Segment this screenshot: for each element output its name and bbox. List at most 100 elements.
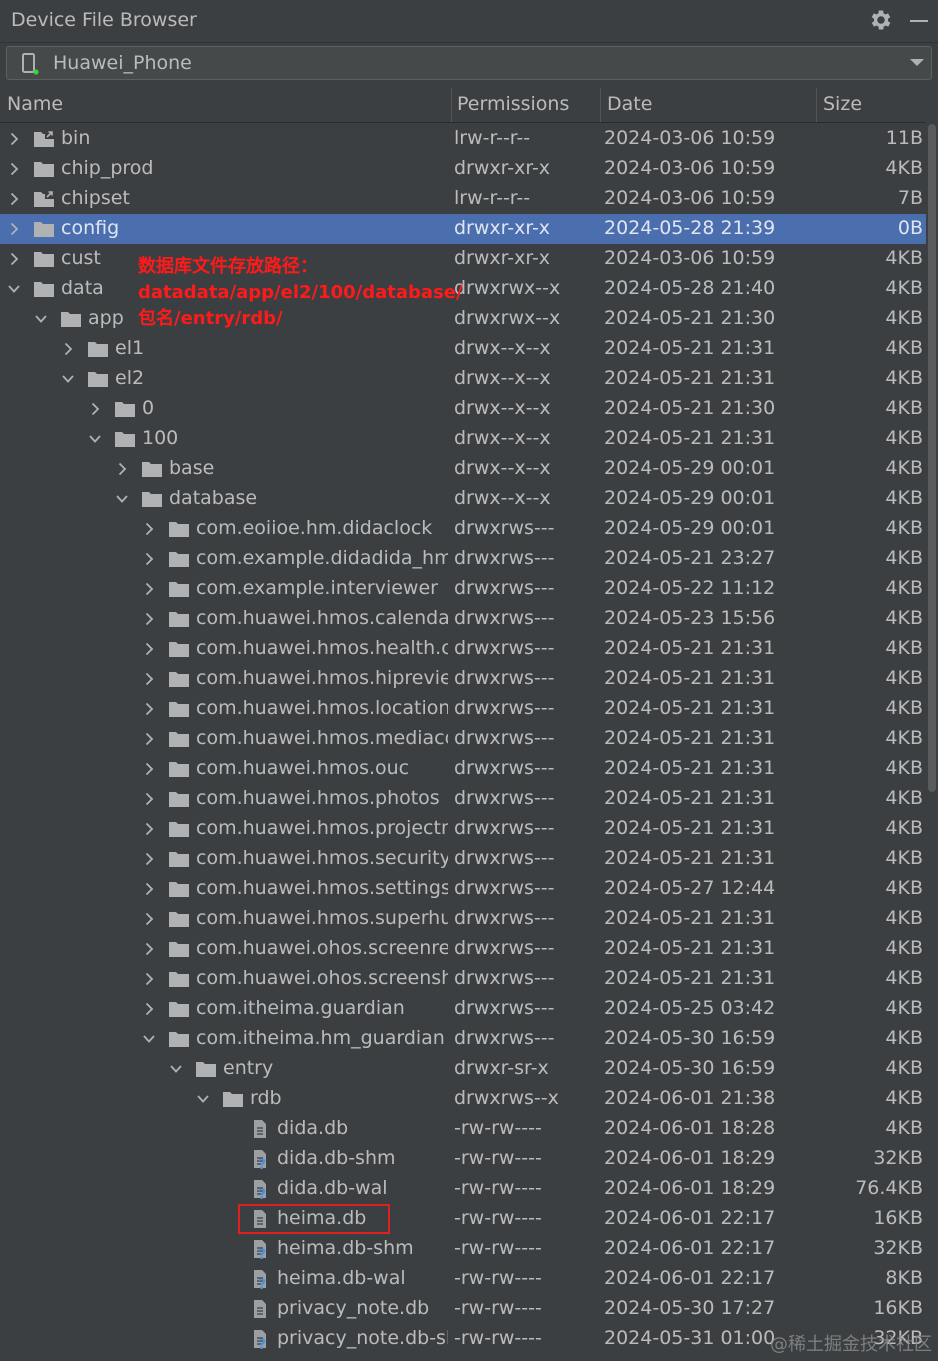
row-name: heima.db-wal	[277, 1267, 406, 1289]
row-permissions: drwxrws---	[454, 667, 555, 689]
chevron-right-icon[interactable]	[143, 942, 155, 956]
tree-row[interactable]: ? heima.db-wal -rw-rw---- 2024-06-01 22:17 8…	[0, 1264, 926, 1294]
tree-row[interactable]: com.huawei.hmos.mediacontroller drwxrws--…	[0, 724, 926, 754]
tree-row[interactable]: ? heima.db-shm -rw-rw---- 2024-06-01 22:17 3…	[0, 1234, 926, 1264]
tree-row[interactable]: el1 drwx--x--x 2024-05-21 21:31 4KB	[0, 334, 926, 364]
row-date: 2024-05-21 21:31	[604, 847, 776, 869]
tree-row[interactable]: privacy_note.db -rw-rw---- 2024-05-30 17:2…	[0, 1294, 926, 1324]
tree-row[interactable]: rdb drwxrws--x 2024-06-01 21:38 4KB	[0, 1084, 926, 1114]
tree-row[interactable]: com.huawei.hmos.hipreview drwxrws--- 2024-…	[0, 664, 926, 694]
tree-row[interactable]: 0 drwx--x--x 2024-05-21 21:30 4KB	[0, 394, 926, 424]
tree-row[interactable]: chip_prod drwxr-xr-x 2024-03-06 10:59 4KB	[0, 154, 926, 184]
tree-row[interactable]: ? dida.db-wal -rw-rw---- 2024-06-01 18:29 76…	[0, 1174, 926, 1204]
tree-row[interactable]: ? dida.db-shm -rw-rw---- 2024-06-01 18:29 32…	[0, 1144, 926, 1174]
minimize-icon[interactable]	[907, 9, 931, 33]
tree-row[interactable]: database drwx--x--x 2024-05-29 00:01 4KB	[0, 484, 926, 514]
tree-row[interactable]: com.huawei.hmos.photos drwxrws--- 2024-05-…	[0, 784, 926, 814]
tree-row[interactable]: com.itheima.hm_guardian drwxrws--- 2024-05…	[0, 1024, 926, 1054]
chevron-down-icon[interactable]	[35, 312, 47, 326]
tree-row[interactable]: com.example.didadida_hmos drwxrws--- 2024-…	[0, 544, 926, 574]
chevron-down-icon[interactable]	[143, 1032, 155, 1046]
chevron-right-icon[interactable]	[143, 552, 155, 566]
chevron-right-icon[interactable]	[143, 702, 155, 716]
folder-link-icon	[34, 130, 54, 147]
row-date: 2024-05-21 21:31	[604, 667, 776, 689]
row-size: 7B	[897, 187, 923, 209]
tree-row[interactable]: com.huawei.hmos.superhub drwxrws--- 2024-0…	[0, 904, 926, 934]
folder-icon	[115, 432, 135, 447]
row-permissions: drwxrws---	[454, 727, 555, 749]
tree-row[interactable]: com.example.interviewer drwxrws--- 2024-05…	[0, 574, 926, 604]
tree-row[interactable]: com.huawei.hmos.ouc drwxrws--- 2024-05-21 …	[0, 754, 926, 784]
row-date: 2024-06-01 18:29	[604, 1147, 776, 1169]
device-selector[interactable]: Huawei_Phone	[6, 46, 932, 80]
chevron-right-icon[interactable]	[143, 822, 155, 836]
scrollbar-thumb[interactable]	[928, 124, 936, 792]
row-date: 2024-05-28 21:39	[604, 217, 776, 239]
tree-row[interactable]: com.huawei.hmos.health.core drwxrws--- 202…	[0, 634, 926, 664]
tree-row[interactable]: com.huawei.ohos.screenshot drwxrws--- 2024…	[0, 964, 926, 994]
file-icon	[254, 1120, 266, 1138]
chevron-right-icon[interactable]	[143, 522, 155, 536]
chevron-right-icon[interactable]	[143, 882, 155, 896]
tree-row[interactable]: config drwxr-xr-x 2024-05-28 21:39 0B	[0, 214, 926, 244]
chevron-down-icon[interactable]	[8, 282, 20, 296]
chevron-right-icon[interactable]	[8, 192, 20, 206]
chevron-right-icon[interactable]	[143, 582, 155, 596]
tree-row[interactable]: base drwx--x--x 2024-05-29 00:01 4KB	[0, 454, 926, 484]
chevron-right-icon[interactable]	[143, 972, 155, 986]
chevron-right-icon[interactable]	[143, 792, 155, 806]
tree-row[interactable]: heima.db -rw-rw---- 2024-06-01 22:17 16KB	[0, 1204, 926, 1234]
tree-row[interactable]: com.huawei.hmos.projectmenu drwxrws--- 202…	[0, 814, 926, 844]
chevron-down-icon[interactable]	[116, 492, 128, 506]
chevron-right-icon[interactable]	[62, 342, 74, 356]
chevron-right-icon[interactable]	[143, 1002, 155, 1016]
chevron-right-icon[interactable]	[116, 462, 128, 476]
tree-row[interactable]: com.huawei.hmos.security.privacy drwxrws-…	[0, 844, 926, 874]
tree-row[interactable]: dida.db -rw-rw---- 2024-06-01 18:28 4KB	[0, 1114, 926, 1144]
chevron-down-icon[interactable]	[197, 1092, 209, 1106]
row-permissions: drwxrws---	[454, 817, 555, 839]
svg-text:?: ?	[258, 1247, 266, 1259]
folder-icon	[115, 402, 135, 417]
chevron-right-icon[interactable]	[8, 132, 20, 146]
chevron-down-icon[interactable]	[170, 1062, 182, 1076]
tree-row[interactable]: entry drwxr-sr-x 2024-05-30 16:59 4KB	[0, 1054, 926, 1084]
chevron-right-icon[interactable]	[143, 732, 155, 746]
chevron-right-icon[interactable]	[89, 402, 101, 416]
row-name: com.huawei.hmos.superhub	[196, 907, 448, 929]
column-name[interactable]: Name	[0, 93, 63, 121]
annotation-line-2: datadata/app/el2/100/database/	[138, 282, 463, 303]
tree-row[interactable]: 100 drwx--x--x 2024-05-21 21:31 4KB	[0, 424, 926, 454]
chevron-right-icon[interactable]	[143, 762, 155, 776]
column-date[interactable]: Date	[600, 93, 652, 121]
tree-row[interactable]: chipset lrw-r--r-- 2024-03-06 10:59 7B	[0, 184, 926, 214]
chevron-right-icon[interactable]	[8, 162, 20, 176]
vertical-scrollbar[interactable]	[926, 88, 938, 1361]
chevron-down-icon[interactable]	[89, 432, 101, 446]
tree-row[interactable]: com.huawei.hmos.calendardata drwxrws--- 20…	[0, 604, 926, 634]
folder-icon	[169, 942, 189, 957]
tree-row[interactable]: com.eoiioe.hm.didaclock drwxrws--- 2024-05…	[0, 514, 926, 544]
gear-icon[interactable]	[868, 7, 894, 33]
chevron-down-icon[interactable]	[909, 57, 925, 69]
chevron-right-icon[interactable]	[143, 852, 155, 866]
row-name: com.example.interviewer	[196, 577, 438, 599]
folder-icon	[34, 162, 54, 177]
chevron-right-icon[interactable]	[143, 612, 155, 626]
tree-row[interactable]: com.huawei.hmos.location drwxrws--- 2024-0…	[0, 694, 926, 724]
row-permissions: -rw-rw----	[454, 1147, 542, 1169]
column-permissions[interactable]: Permissions	[450, 93, 569, 121]
chevron-right-icon[interactable]	[143, 642, 155, 656]
tree-row[interactable]: com.huawei.ohos.screenrecorder drwxrws---…	[0, 934, 926, 964]
tree-row[interactable]: el2 drwx--x--x 2024-05-21 21:31 4KB	[0, 364, 926, 394]
chevron-right-icon[interactable]	[143, 672, 155, 686]
tree-row[interactable]: bin lrw-r--r-- 2024-03-06 10:59 11B	[0, 124, 926, 154]
chevron-right-icon[interactable]	[8, 222, 20, 236]
column-size[interactable]: Size	[816, 93, 862, 121]
chevron-right-icon[interactable]	[143, 912, 155, 926]
tree-row[interactable]: com.huawei.hmos.settings drwxrws--- 2024-0…	[0, 874, 926, 904]
chevron-right-icon[interactable]	[8, 252, 20, 266]
tree-row[interactable]: com.itheima.guardian drwxrws--- 2024-05-25…	[0, 994, 926, 1024]
chevron-down-icon[interactable]	[62, 372, 74, 386]
